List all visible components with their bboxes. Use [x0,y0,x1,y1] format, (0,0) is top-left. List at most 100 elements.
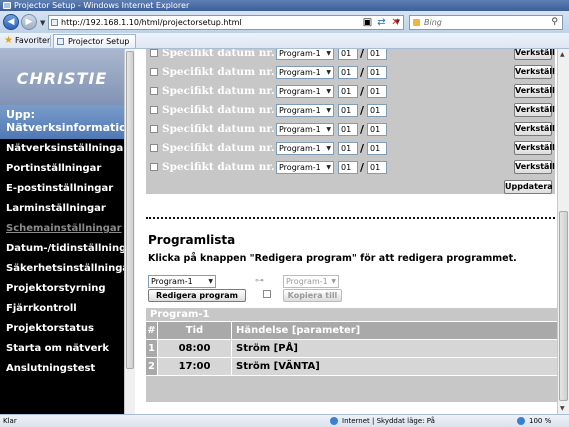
program-list-select[interactable]: Program-1 ▼ [148,275,216,288]
stop-icon[interactable]: ✕ [389,16,402,29]
date-checkbox[interactable] [150,125,158,133]
sidebar-item-remote[interactable]: Fjärrkontroll [0,299,124,319]
month-input[interactable]: 01 [338,104,358,117]
search-placeholder: Bing [424,18,442,27]
date-separator: / [360,66,365,79]
sidebar-item-ports[interactable]: Portinställningar [0,159,124,179]
sidebar-item-security[interactable]: Säkerhetsinställningar [0,259,134,279]
chevron-down-icon: ▼ [326,107,331,114]
date-separator: / [360,142,365,155]
program-select[interactable]: Program-1 ▼ [276,123,334,136]
forward-button[interactable]: ▶ [21,14,37,30]
back-button[interactable]: ◀ [3,14,19,30]
url-field[interactable]: http://192.168.1.10/html/projectorsetup.… [48,15,404,30]
scroll-up-icon[interactable]: ▲ [560,51,565,58]
page-scroll-thumb[interactable] [559,211,568,401]
day-input[interactable]: 01 [367,66,387,79]
logo-area: CHRISTIE [0,49,124,105]
day-input[interactable]: 01 [367,49,387,60]
christie-logo: CHRISTIE [16,69,108,88]
month-input[interactable]: 01 [338,66,358,79]
month-input[interactable]: 01 [338,161,358,174]
date-checkbox[interactable] [150,49,158,57]
program-select[interactable]: Program-1 ▼ [276,66,334,79]
security-zone[interactable]: Internet | Skyddat läge: På [330,415,435,427]
sidebar-item-status[interactable]: Projektorstatus [0,319,124,339]
sidebar-item-email[interactable]: E-postinställningar [0,179,124,199]
date-label: Specifikt datum nr. 8 [162,123,286,135]
sidebar-item-datetime[interactable]: Datum-/tidinställningar [0,239,138,259]
sidebar: CHRISTIE Upp: Nätverksinformation Nätver… [0,49,138,414]
sidebar-item-projector-control[interactable]: Projektorstyrning [0,279,124,299]
sidebar-scroll-thumb[interactable] [126,51,134,369]
month-input[interactable]: 01 [338,142,358,155]
apply-button[interactable]: Verkställ [514,65,555,79]
sidebar-item-restart-network[interactable]: Starta om nätverk [0,339,124,359]
compat-view-icon[interactable]: ▣ [361,16,374,29]
tab-projector-setup[interactable]: Projector Setup [53,34,137,48]
table-row: 1 08:00 Ström [PÅ] [146,340,557,357]
date-label: Specifikt datum nr. 4 [162,49,286,59]
day-input[interactable]: 01 [367,142,387,155]
month-input[interactable]: 01 [338,49,358,60]
day-input[interactable]: 01 [367,123,387,136]
day-input[interactable]: 01 [367,161,387,174]
month-input[interactable]: 01 [338,85,358,98]
search-input[interactable]: Bing ⚲ [409,15,563,30]
sidebar-nav: Nätverksinställningar Portinställningar … [0,139,138,379]
scroll-down-icon[interactable]: ▼ [560,405,565,412]
sidebar-section-title[interactable]: Upp: Nätverksinformation [0,105,134,139]
search-icon[interactable]: ⚲ [551,16,558,29]
program-select-value: Program-1 [279,163,321,172]
copy-target-select[interactable]: Program-1 ▼ [283,275,339,288]
zoom-control[interactable]: 100 % [517,415,551,427]
day-input[interactable]: 01 [367,104,387,117]
date-checkbox[interactable] [150,106,158,114]
program-select-value: Program-1 [279,49,321,58]
apply-button[interactable]: Verkställ [514,160,555,174]
program-select[interactable]: Program-1 ▼ [276,142,334,155]
date-row: Specifikt datum nr. 5 Program-1 ▼ 01 / 01… [146,64,555,81]
favorites-button[interactable]: ★ Favoriter [4,35,50,47]
day-input[interactable]: 01 [367,85,387,98]
date-checkbox[interactable] [150,87,158,95]
program-table-header: # Tid Händelse [parameter] [146,322,557,339]
row-number: 2 [146,358,157,375]
program-select[interactable]: Program-1 ▼ [276,161,334,174]
copy-to-button[interactable]: Kopiera till [283,289,342,302]
zoom-level: 100 % [529,417,552,425]
apply-button[interactable]: Verkställ [514,122,555,136]
program-select[interactable]: Program-1 ▼ [276,85,334,98]
apply-button[interactable]: Verkställ [514,141,555,155]
chevron-down-icon: ▼ [326,145,331,152]
copy-checkbox[interactable] [263,290,271,298]
date-checkbox[interactable] [150,144,158,152]
update-button[interactable]: Uppdatera [504,180,553,194]
date-checkbox[interactable] [150,163,158,171]
history-dropdown-icon[interactable]: ▼ [40,19,45,27]
program-select[interactable]: Program-1 ▼ [276,49,334,60]
program-list-title: Programlista [148,233,236,247]
apply-button[interactable]: Verkställ [514,84,555,98]
edit-program-button[interactable]: Redigera program [148,289,246,302]
date-row: Specifikt datum nr. 8 Program-1 ▼ 01 / 01… [146,121,555,138]
sidebar-item-schedule[interactable]: Schemainställningar [0,219,124,239]
date-checkbox[interactable] [150,68,158,76]
program-select-value: Program-1 [279,125,321,134]
chevron-down-icon: ▼ [208,278,213,285]
page-scrollbar[interactable]: ▲ ▼ [557,49,569,414]
program-table: Program-1 # Tid Händelse [parameter] 1 0… [146,308,557,402]
sidebar-scrollbar[interactable] [124,49,135,414]
sidebar-item-alarm[interactable]: Larminställningar [0,199,124,219]
favorites-label: Favoriter [15,36,51,45]
date-label: Specifikt datum nr. 10 [162,161,293,173]
program-select[interactable]: Program-1 ▼ [276,104,334,117]
refresh-icon[interactable]: ⇄ [375,16,388,29]
apply-button[interactable]: Verkställ [514,103,555,117]
month-input[interactable]: 01 [338,123,358,136]
apply-button[interactable]: Verkställ [514,49,555,60]
address-toolbar: ◀ ▶ ▼ http://192.168.1.10/html/projector… [0,11,569,33]
ie-icon [3,2,11,9]
sidebar-item-connection-test[interactable]: Anslutningstest [0,359,124,379]
sidebar-item-network[interactable]: Nätverksinställningar [0,139,128,159]
